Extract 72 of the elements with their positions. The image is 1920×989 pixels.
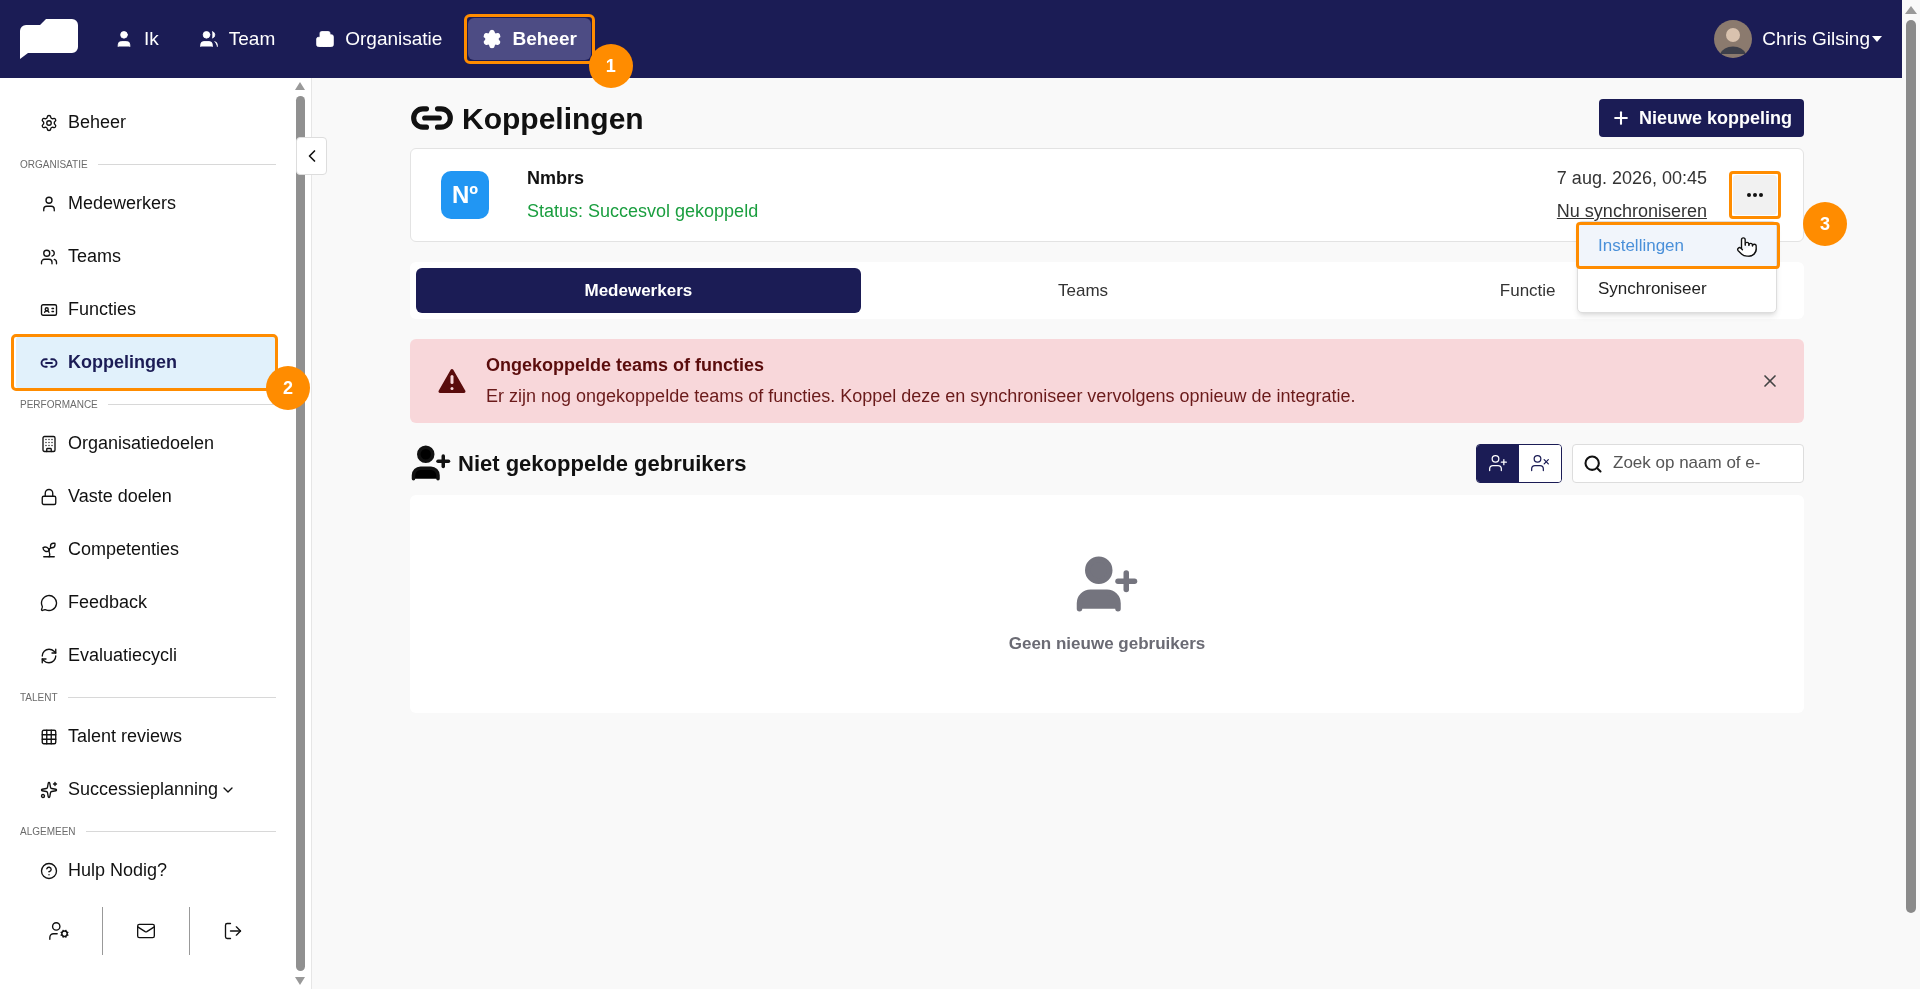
empty-state-text: Geen nieuwe gebruikers	[1008, 633, 1206, 656]
step-badge: 3	[1803, 202, 1847, 246]
sprout-icon	[40, 540, 58, 559]
sidebar-item[interactable]: Competenties	[16, 523, 276, 576]
section-heading: ALGEMEEN	[20, 824, 76, 839]
people-icon	[198, 29, 219, 49]
nav-tab[interactable]: Organisatie	[301, 18, 457, 60]
section-heading: PERFORMANCE	[20, 397, 98, 412]
mail-icon	[136, 921, 156, 941]
new-integration-button[interactable]: Nieuwe koppeling	[1598, 99, 1804, 137]
person-icon	[40, 194, 58, 213]
sidebar-item[interactable]: Talent reviews	[16, 710, 276, 763]
sparkles-icon	[40, 780, 58, 799]
people-icon	[40, 247, 58, 266]
section-heading: ORGANISATIE	[20, 157, 88, 172]
sidebar-item[interactable]: Medewerkers	[16, 177, 276, 230]
sidebar-item[interactable]: Evaluatiecycli	[16, 629, 276, 682]
speech-bubble-icon	[40, 593, 58, 612]
user-gear-icon	[48, 920, 70, 942]
tab[interactable]: Teams	[860, 268, 1306, 313]
alert-title: Ongekoppelde teams of functies	[486, 354, 766, 377]
scroll-up-icon[interactable]	[295, 82, 305, 90]
sidebar-item[interactable]: Beheer	[16, 96, 276, 149]
user-name[interactable]: Chris Gilsing	[1762, 24, 1870, 54]
sync-now-link[interactable]: Nu synchroniseren	[1556, 198, 1707, 225]
sidebar-item[interactable]: Organisatiedoelen	[16, 417, 276, 470]
hand-cursor-icon	[1736, 236, 1758, 258]
caret-icon	[1872, 36, 1882, 42]
search-icon	[1583, 453, 1603, 474]
scroll-down-icon[interactable]	[295, 977, 305, 985]
gear-icon	[40, 113, 58, 132]
nav-tab[interactable]: Team	[184, 18, 290, 60]
user-crossed-icon	[1530, 453, 1550, 473]
tab[interactable]: Medewerkers	[416, 268, 861, 313]
section-heading: TALENT	[20, 690, 58, 705]
sidebar-item[interactable]: Hulp Nodig?	[16, 844, 276, 897]
sidebar-item[interactable]: Successieplanning	[16, 763, 276, 816]
refresh-icon	[40, 646, 58, 665]
sidebar-item[interactable]: Feedback	[16, 576, 276, 629]
step-badge: 2	[266, 366, 310, 410]
sidebar-item[interactable]: Functies	[16, 283, 276, 336]
logo-icon	[18, 19, 78, 59]
sidebar-item[interactable]: Vaste doelen	[16, 470, 276, 523]
step-badge: 1	[588, 44, 633, 88]
alert-message: Er zijn nog ongekoppelde teams of functies. Koppel deze en synchroniseer vervolgens opnieuw de integratie.	[486, 385, 1356, 408]
section-title: Niet gekoppelde gebruikers	[458, 449, 747, 478]
more-button[interactable]	[1733, 175, 1777, 215]
integration-name: Nmbrs	[527, 167, 585, 190]
lock-icon	[40, 487, 58, 506]
sidebar-item[interactable]: Teams	[16, 230, 276, 283]
avatar	[1714, 20, 1753, 58]
user-plus-icon	[1488, 453, 1508, 473]
menu-item[interactable]: Synchroniseer	[1578, 267, 1776, 310]
search-field[interactable]: Zoek op naam of e-	[1572, 443, 1804, 483]
nav-tab[interactable]: Ik	[100, 18, 173, 60]
view-toggle[interactable]	[1477, 444, 1519, 482]
view-toggle[interactable]	[1519, 444, 1561, 482]
sync-date: 7 aug. 2026, 00:45	[1556, 167, 1707, 190]
logout-icon	[223, 921, 243, 941]
sidebar-item[interactable]: Koppelingen	[16, 336, 276, 389]
integration-status: Status: Succesvol gekoppeld	[527, 200, 759, 223]
integration-logo: Nº	[441, 171, 489, 219]
highlight-frame	[1729, 171, 1781, 219]
page-title: Koppelingen	[462, 100, 644, 137]
nav-tab[interactable]: Beheer	[468, 18, 591, 60]
ellipsis-icon	[1747, 193, 1763, 197]
gear-icon	[482, 29, 503, 49]
collapse-button[interactable]	[296, 137, 327, 175]
scroll-up-icon[interactable]	[1905, 6, 1917, 14]
help-icon	[40, 861, 58, 880]
grid-icon	[40, 727, 58, 746]
sidebar-scrollbar[interactable]	[295, 82, 305, 985]
